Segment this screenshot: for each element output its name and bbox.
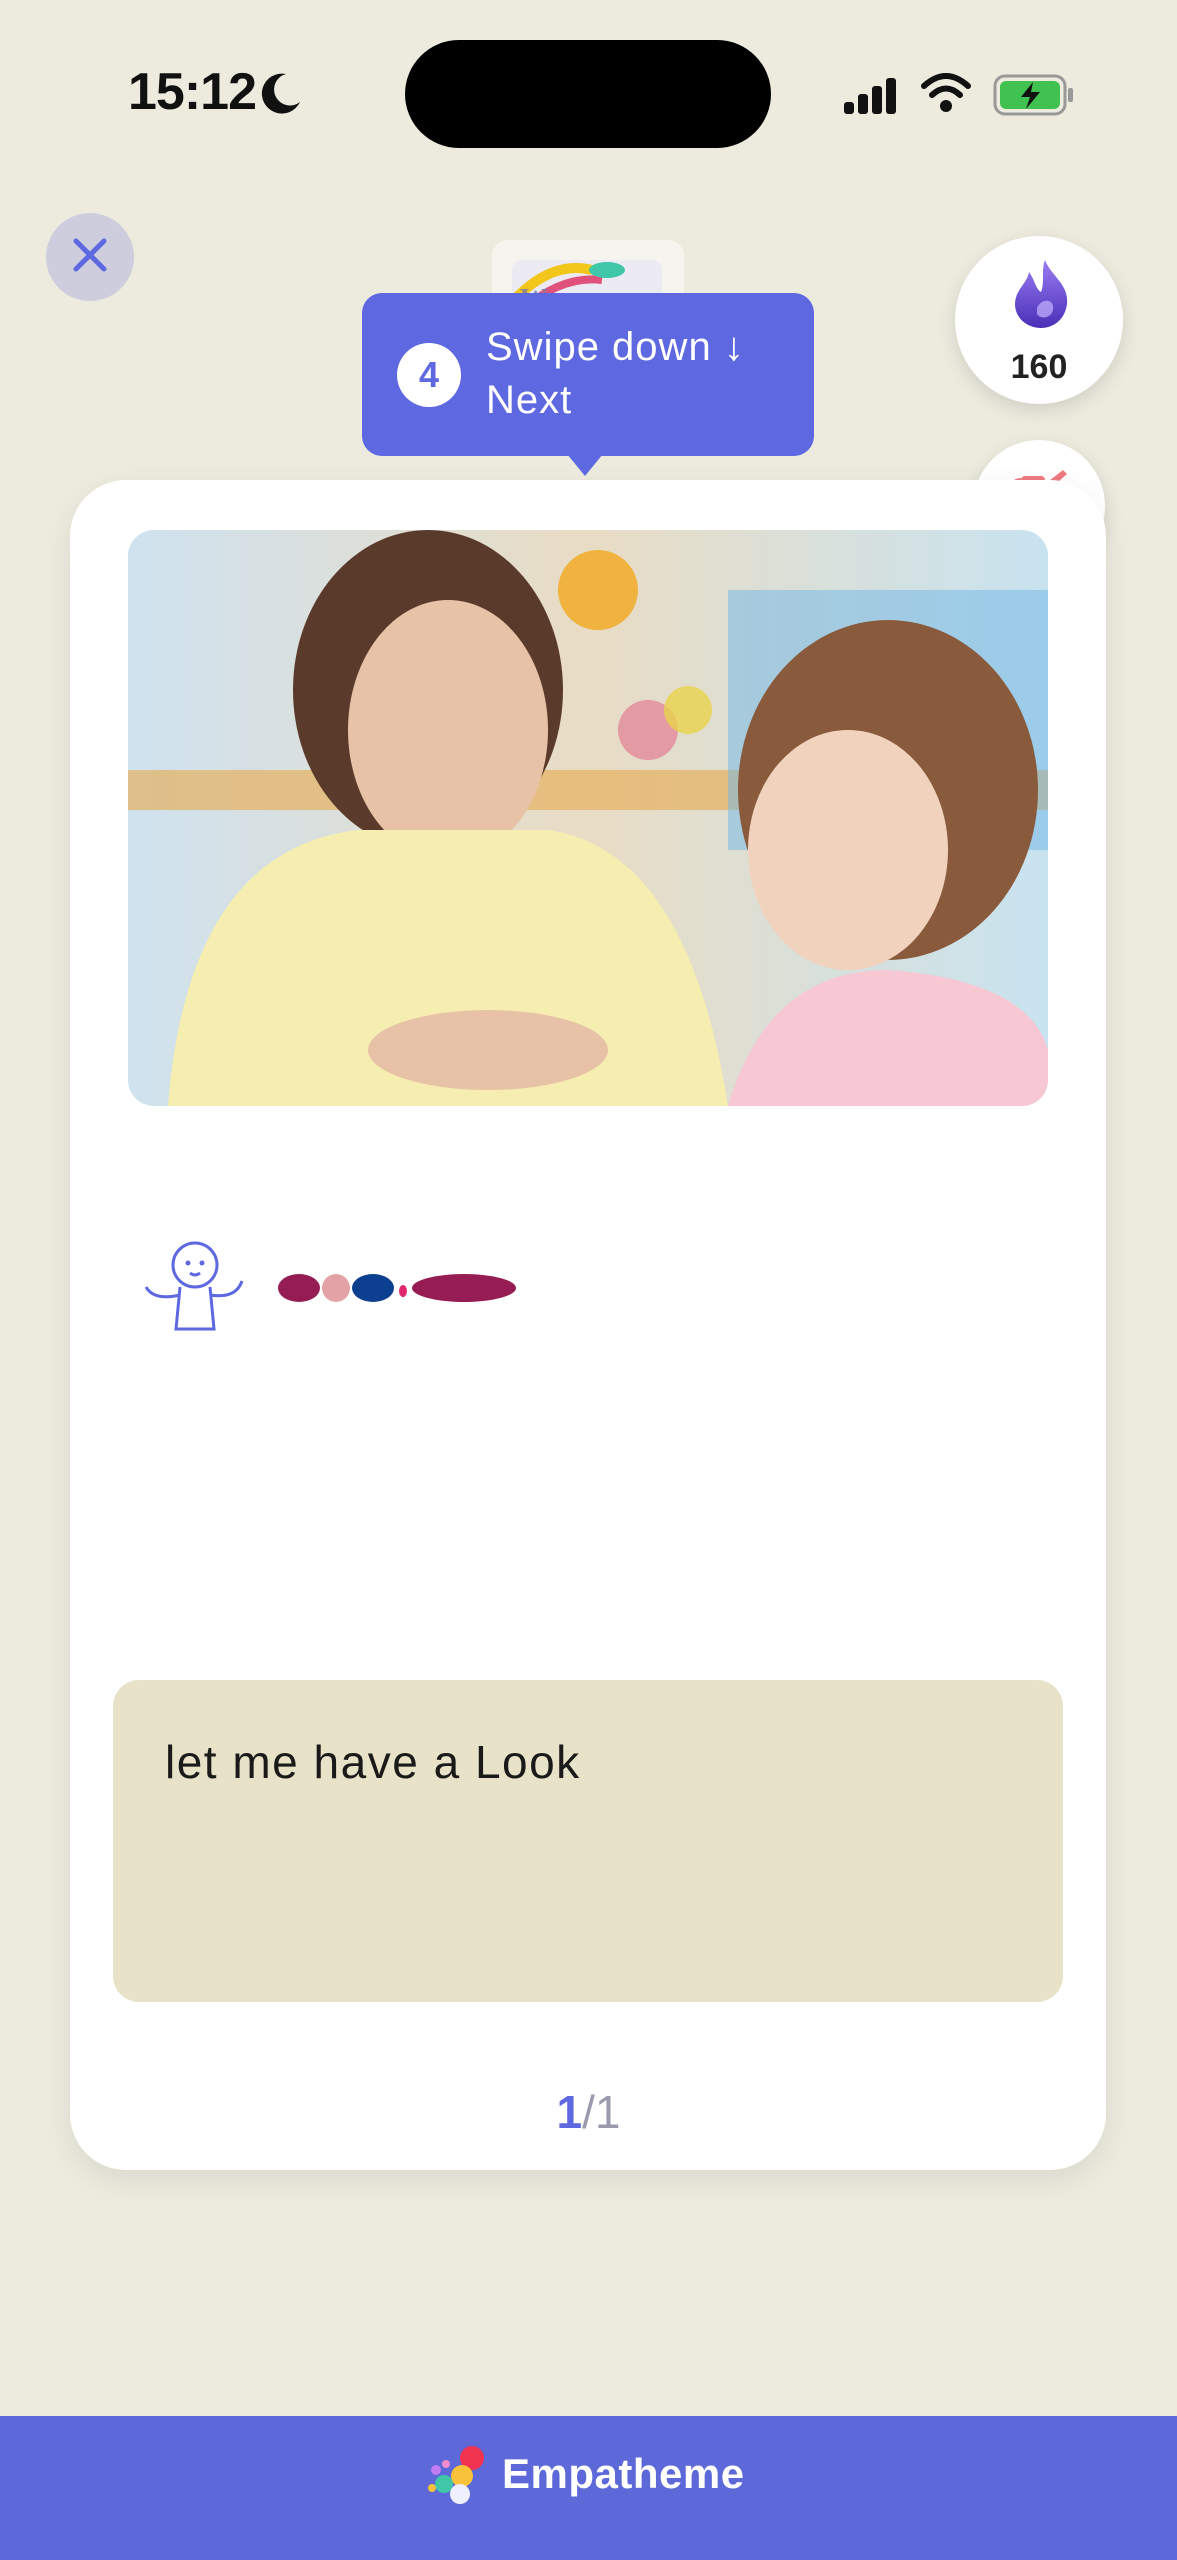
pager-current: 1	[556, 2086, 583, 2138]
cellular-signal-icon	[842, 76, 902, 121]
tooltip-instruction: Swipe down ↓	[486, 325, 745, 369]
close-icon	[70, 235, 110, 280]
pager-total: 1	[594, 2086, 621, 2138]
empatheme-logo-icon	[424, 2444, 490, 2513]
wifi-icon	[920, 70, 972, 119]
phrase-text: let me have a Look	[165, 1736, 581, 1788]
dynamic-island	[405, 40, 771, 148]
tooltip-step-number: 4	[397, 343, 461, 407]
brand-name: Empatheme	[502, 2450, 745, 2497]
battery-charging-icon	[993, 74, 1075, 121]
flame-icon	[1011, 258, 1071, 335]
mascot-icon	[140, 1235, 250, 1340]
points-count: 160	[1010, 348, 1068, 386]
phrase-box	[113, 1680, 1063, 2002]
pager-separator: /	[582, 2086, 595, 2138]
status-time: 15:12	[128, 63, 257, 121]
pager: 1/1	[520, 2085, 657, 2139]
close-button[interactable]	[46, 213, 134, 301]
moon-icon	[258, 70, 304, 121]
tooltip-next-label: Next	[486, 378, 573, 422]
voice-pattern	[275, 1265, 520, 1316]
tooltip-pointer	[567, 454, 603, 476]
scene-photo	[128, 530, 1048, 1106]
